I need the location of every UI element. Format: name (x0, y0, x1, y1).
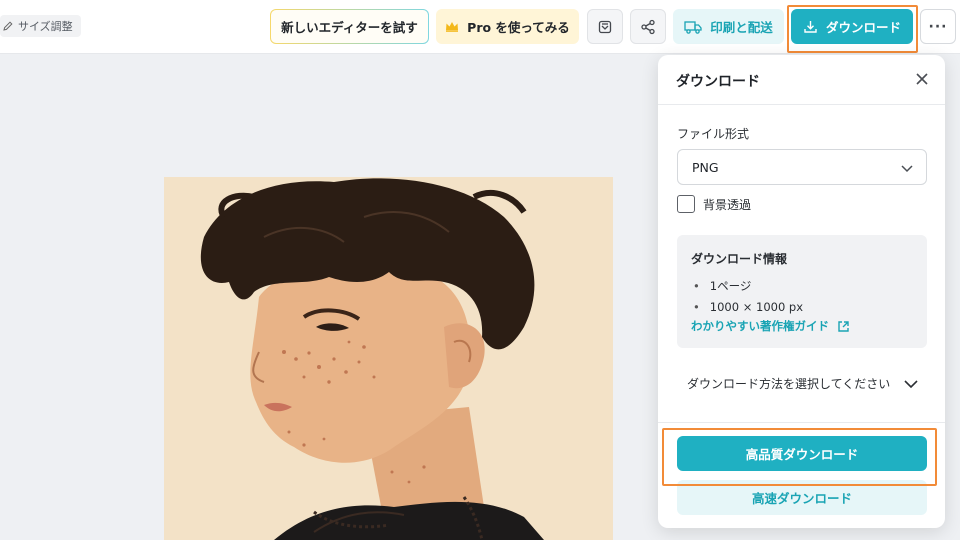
file-format-label: ファイル形式 (677, 127, 750, 141)
truck-icon (684, 20, 702, 34)
crown-icon (446, 22, 459, 32)
try-new-editor-button[interactable]: 新しいエディターを試す (270, 9, 429, 44)
panel-title: ダウンロード (676, 74, 760, 90)
divider (658, 104, 945, 105)
copyright-guide-label: わかりやすい著作権ガイド (691, 319, 829, 333)
resize-button[interactable]: サイズ調整 (0, 15, 81, 37)
download-info-title: ダウンロード情報 (691, 252, 788, 266)
fast-download-label: 高速ダウンロード (751, 491, 852, 506)
copyright-guide-link[interactable]: わかりやすい著作権ガイド (691, 318, 850, 334)
file-format-select[interactable]: PNG (677, 149, 927, 185)
external-link-icon (838, 320, 849, 332)
close-icon[interactable] (913, 70, 931, 88)
transparent-bg-checkbox[interactable] (677, 195, 695, 213)
download-method-dropdown[interactable]: ダウンロード方法を選択してください (687, 375, 919, 392)
share-icon (641, 19, 655, 34)
top-toolbar: サイズ調整 新しいエディターを試す Pro を使ってみる 印刷と配送 ダウンロー… (0, 0, 960, 54)
more-options-button[interactable]: ··· (920, 9, 956, 44)
download-button-highlight (787, 5, 918, 53)
download-method-label: ダウンロード方法を選択してください (687, 377, 891, 391)
download-info-list: 1ページ 1000 × 1000 px (691, 275, 803, 317)
save-button[interactable] (587, 9, 623, 44)
try-new-editor-label: 新しいエディターを試す (281, 20, 418, 35)
resize-label: サイズ調整 (18, 20, 73, 33)
chevron-down-icon (901, 165, 913, 173)
share-button[interactable] (630, 9, 666, 44)
info-page-count: 1ページ (691, 275, 803, 296)
try-pro-label: Pro を使ってみる (467, 20, 570, 35)
high-quality-download-highlight (662, 428, 937, 486)
transparent-bg-label: 背景透過 (703, 197, 752, 212)
chevron-down-icon (904, 379, 918, 388)
design-canvas-image[interactable] (164, 177, 613, 540)
more-options-label: ··· (928, 18, 948, 35)
download-info-box: ダウンロード情報 1ページ 1000 × 1000 px わかりやすい著作権ガイ… (677, 235, 927, 348)
file-format-value: PNG (692, 159, 719, 175)
try-pro-button[interactable]: Pro を使ってみる (436, 9, 579, 44)
info-dimensions: 1000 × 1000 px (691, 296, 803, 317)
print-delivery-label: 印刷と配送 (710, 20, 773, 35)
pencil-icon (3, 21, 13, 31)
save-icon (598, 20, 612, 33)
transparent-bg-option[interactable]: 背景透過 (677, 195, 751, 213)
print-delivery-button[interactable]: 印刷と配送 (673, 9, 784, 44)
divider (658, 422, 945, 423)
portrait-illustration (164, 177, 613, 540)
